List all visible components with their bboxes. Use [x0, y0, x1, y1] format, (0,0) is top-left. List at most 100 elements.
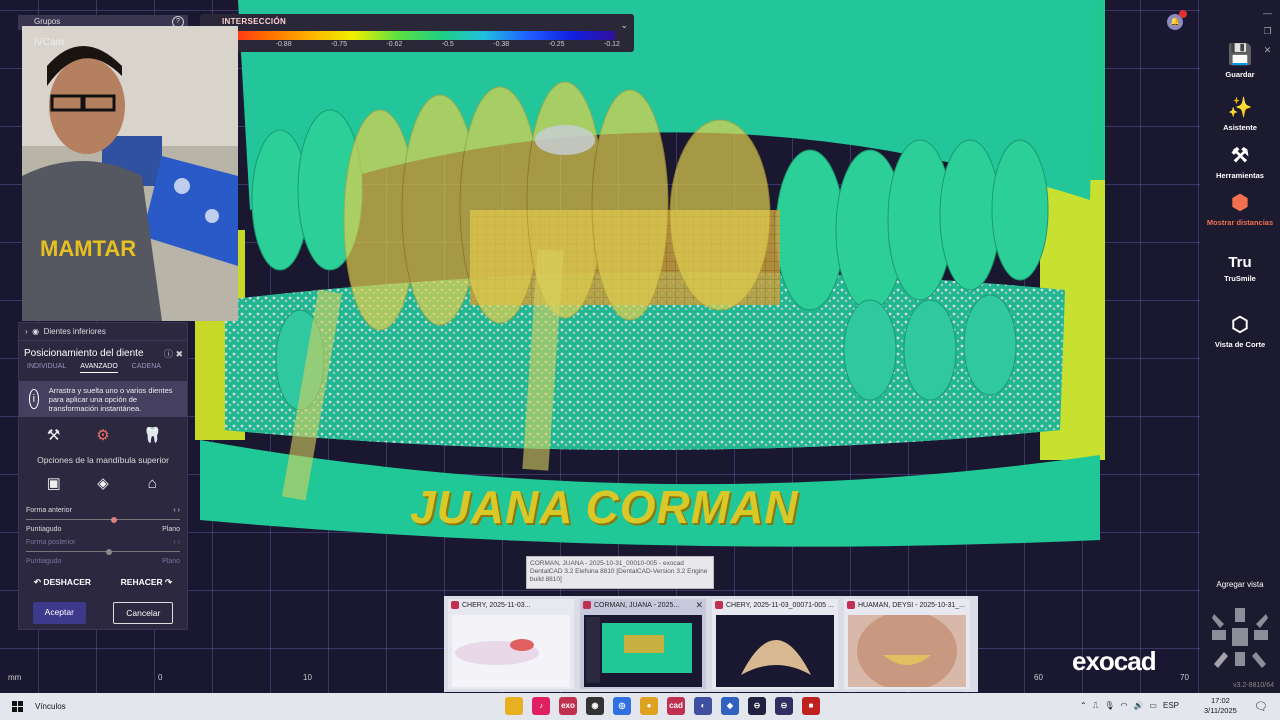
obs-icon[interactable]: ◉ [586, 697, 604, 715]
cut-view-button[interactable]: ⬡ Vista de Corte [1200, 312, 1280, 349]
chevron-up-icon[interactable]: ⌃ [1080, 701, 1087, 711]
battery-icon[interactable]: ▭ [1149, 701, 1157, 711]
undo-button[interactable]: ↶ DESHACER [34, 577, 91, 588]
lower-teeth-label: Dientes inferiores [43, 327, 106, 336]
tools-button[interactable]: ⚒ Herramientas [1200, 143, 1280, 180]
tab-cadena[interactable]: CADENA [132, 363, 161, 373]
exocad-icon [847, 601, 855, 609]
help-icon[interactable]: ⓘ [164, 349, 173, 359]
info-icon: i [29, 389, 39, 409]
tab-individual[interactable]: INDIVIDUAL [27, 363, 66, 373]
save-icon: 💾 [1227, 44, 1253, 66]
toolbar-label: Guardar [1225, 70, 1255, 79]
view-cube-icon[interactable] [1210, 606, 1270, 670]
preview-thumbnail [455, 639, 539, 665]
notifications-icon[interactable]: 🗨 [1254, 700, 1268, 713]
rotate-teeth-icon[interactable]: ⚙ [91, 425, 115, 445]
language-indicator[interactable]: ESP [1163, 701, 1179, 711]
preview-window[interactable]: CHERY, 2025-11-03_00071-005 ... [712, 599, 838, 689]
tiktok-icon[interactable]: ♪ [532, 697, 550, 715]
cancel-button[interactable]: Cancelar [113, 602, 174, 624]
jaw-option-3-icon[interactable]: ⌂ [140, 473, 164, 493]
webcam-feed: MAMTAR [22, 26, 238, 321]
trusmile-button[interactable]: Tru TruSmile [1200, 254, 1280, 283]
app4-icon[interactable]: ⊖ [775, 697, 793, 715]
scale-tick: -0.62 [386, 41, 403, 48]
lower-teeth-item[interactable]: › ◉ Dientes inferiores [19, 323, 187, 341]
preview-title: HUAMAN, DEYSI - 2025-10-31_... [858, 601, 965, 609]
toolbar-label: Herramientas [1216, 171, 1264, 180]
chrome-icon[interactable]: ● [640, 697, 658, 715]
minimize-icon[interactable]: — [1263, 8, 1272, 18]
close-icon[interactable]: ✕ [695, 600, 703, 611]
toolbar-label: TruSmile [1224, 274, 1256, 283]
record-icon[interactable]: ■ [802, 697, 820, 715]
anterior-shape-slider[interactable]: Forma anterior ‹ › Puntiagudo Plano [19, 507, 187, 533]
maximize-icon[interactable]: ❐ [1263, 26, 1271, 37]
jaw-option-1-icon[interactable]: ▣ [42, 473, 66, 493]
tab-avanzado[interactable]: AVANZADO [80, 363, 118, 373]
app2-icon[interactable]: ◆ [721, 697, 739, 715]
edge-icon[interactable]: ◎ [613, 697, 631, 715]
slider-max-label: Plano [162, 526, 180, 533]
windows-start-icon[interactable] [12, 701, 23, 712]
undo-label: DESHACER [43, 577, 92, 587]
app3-icon[interactable]: ⊖ [748, 697, 766, 715]
tools-icon: ⚒ [1231, 145, 1249, 167]
toolbar-label: Asistente [1223, 123, 1257, 132]
intersection-scale[interactable]: INTERSECCIÓN -1 -0.88 -0.75 -0.62 -0.5 -… [200, 14, 634, 52]
wifi-icon[interactable]: ◠ [1120, 701, 1127, 711]
move-teeth-icon[interactable]: ⚒ [42, 425, 66, 445]
save-button[interactable]: 💾 Guardar [1200, 42, 1280, 79]
show-distances-button[interactable]: ⬢ Mostrar distancias [1200, 190, 1280, 227]
scale-tick: -0.38 [493, 41, 510, 48]
close-icon[interactable]: ✖ [175, 349, 183, 359]
scale-tick: -0.88 [275, 41, 292, 48]
eye-icon[interactable]: ◉ [32, 327, 39, 336]
chevron-down-icon[interactable]: ⌄ [620, 20, 628, 31]
toolbar-label: Mostrar distancias [1206, 218, 1274, 227]
single-tooth-icon[interactable]: 🦷 [140, 425, 164, 445]
folder-icon[interactable] [505, 697, 523, 715]
usb-icon[interactable]: ⎍ [1093, 701, 1099, 711]
redo-icon: ↷ [165, 577, 173, 587]
notification-icon[interactable]: 🔔 [1167, 10, 1187, 30]
system-tray: ⌃ ⎍ 🎙 ◠ 🔊 ▭ ESP [1080, 701, 1179, 711]
jaw-options-label: Opciones de la mandíbula superior [37, 455, 169, 465]
version-label: v3.2-8810/64 [1233, 682, 1274, 689]
preview-title: CORMAN, JUANA - 2025... [594, 601, 680, 609]
chevron-right-icon[interactable]: › [25, 327, 28, 336]
slider-min-label: Puntiagudo [26, 526, 62, 533]
posterior-shape-slider: Forma posterior ‹ › Puntiagudo Plano [19, 539, 187, 565]
volume-icon[interactable]: 🔊 [1133, 701, 1143, 711]
mic-icon[interactable]: 🎙 [1104, 701, 1114, 711]
preview-window[interactable]: CORMAN, JUANA - 2025... ✕ [580, 599, 706, 689]
preview-title: CHERY, 2025-11-03_00071-005 ... [726, 601, 834, 609]
wizard-button[interactable]: ✨ Asistente [1200, 95, 1280, 132]
preview-window[interactable]: HUAMAN, DEYSI - 2025-10-31_... [844, 599, 970, 689]
preview-window[interactable]: CHERY, 2025-11-03... [448, 599, 574, 689]
jaw-option-2-icon[interactable]: ◈ [91, 473, 115, 493]
accept-button[interactable]: Aceptar [32, 602, 86, 624]
panel-title: Posicionamiento del diente [24, 348, 144, 359]
clock[interactable]: 17:02 3/11/2025 [1204, 696, 1237, 716]
exocad-icon[interactable]: exo [559, 697, 577, 715]
window-tooltip: CORMAN, JUANA - 2025-10-31_00010-005 - e… [526, 556, 714, 589]
tooth-positioning-panel: › ◉ Dientes inferiores Posicionamiento d… [18, 322, 188, 630]
preview-title: CHERY, 2025-11-03... [462, 601, 531, 609]
preview-thumbnail [586, 617, 692, 683]
links-toolbar[interactable]: Vínculos [35, 702, 66, 711]
webcam-label: iVCam [34, 37, 65, 48]
scale-tick: -0.12 [603, 41, 620, 48]
app-icon[interactable]: ◐ [694, 697, 712, 715]
preview-thumbnail [741, 640, 811, 675]
dentalcad-icon[interactable]: cad [667, 697, 685, 715]
slider-arrows-icon[interactable]: ‹ › [173, 507, 180, 514]
slider-min-label: Puntiagudo [26, 558, 62, 565]
add-view-button[interactable]: Agregar vista [1200, 580, 1280, 589]
trusmile-icon: Tru [1228, 254, 1252, 271]
redo-button[interactable]: REHACER ↷ [121, 577, 173, 588]
slider-knob[interactable] [110, 517, 117, 523]
panel-tabs: INDIVIDUAL AVANZADO CADENA [19, 363, 187, 373]
groups-label: Grupos [34, 17, 61, 26]
